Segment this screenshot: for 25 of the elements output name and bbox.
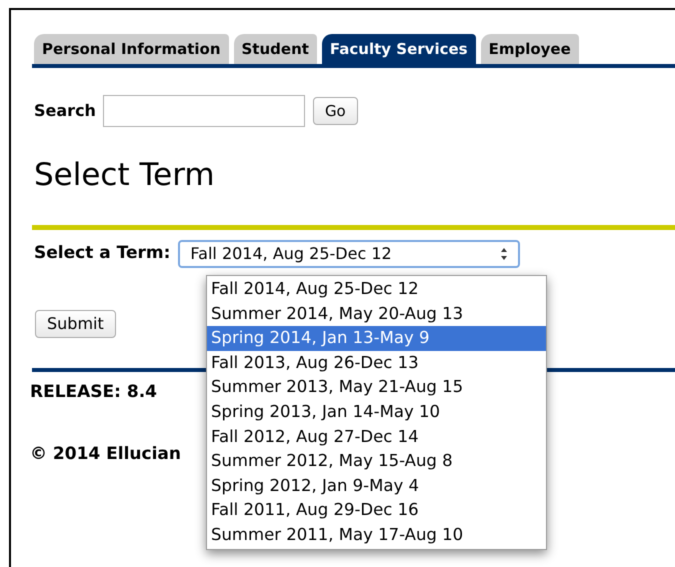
tab[interactable]: Personal Information	[34, 34, 228, 64]
search-field[interactable]	[102, 95, 305, 127]
term-option[interactable]: Spring 2014, Jan 13-May 9	[207, 326, 546, 351]
copyright-text: © 2014 Ellucian	[30, 442, 181, 466]
search-label: Search	[34, 100, 96, 122]
term-option[interactable]: Summer 2014, May 20-Aug 13	[207, 302, 546, 326]
updown-arrows-icon	[500, 247, 508, 261]
term-option[interactable]: Summer 2012, May 15-Aug 8	[207, 449, 546, 474]
term-option[interactable]: Spring 2013, Jan 14-May 10	[207, 400, 546, 425]
page-heading: Select Term	[34, 156, 216, 195]
tab[interactable]: Faculty Services	[322, 34, 476, 64]
term-select[interactable]: Fall 2014, Aug 25-Dec 12	[178, 240, 520, 268]
tab[interactable]: Student	[234, 34, 317, 64]
term-option[interactable]: Fall 2012, Aug 27-Dec 14	[207, 424, 546, 450]
term-option[interactable]: Spring 2012, Jan 9-May 4	[207, 474, 546, 498]
tab[interactable]: Employee	[480, 34, 579, 64]
term-option[interactable]: Summer 2013, May 21-Aug 15	[207, 375, 546, 400]
go-button[interactable]: Go	[312, 97, 358, 125]
term-option[interactable]: Fall 2014, Aug 25-Dec 12	[207, 277, 546, 302]
release-text: RELEASE: 8.4	[30, 381, 157, 404]
select-term-label: Select a Term:	[34, 242, 170, 266]
term-option[interactable]: Summer 2011, May 17-Aug 10	[207, 522, 546, 548]
submit-button[interactable]: Submit	[35, 310, 116, 338]
term-option[interactable]: Fall 2013, Aug 26-Dec 13	[207, 350, 546, 376]
term-option[interactable]: Fall 2011, Aug 29-Dec 16	[207, 498, 546, 523]
